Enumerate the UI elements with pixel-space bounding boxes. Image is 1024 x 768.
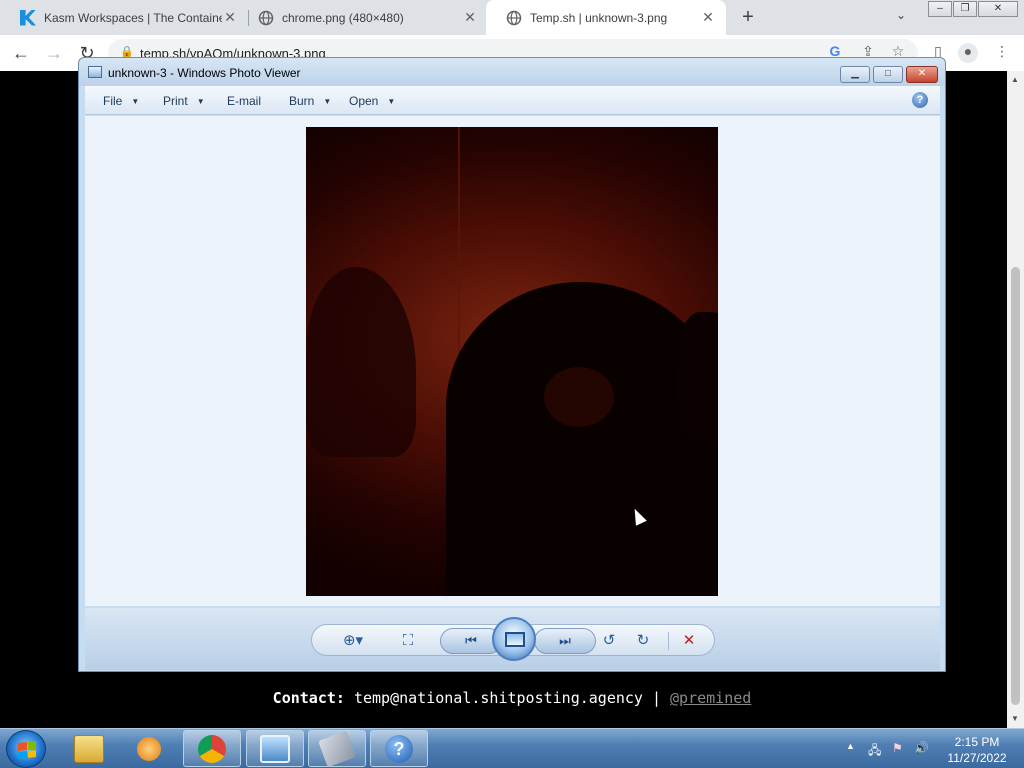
globe-icon [258,10,274,25]
tab-chrome-png[interactable]: chrome.png (480×480) ✕ [238,0,488,35]
tab-temp-sh[interactable]: Temp.sh | unknown-3.png ✕ [486,0,726,35]
slideshow-icon [505,632,525,647]
settings-tool-icon [318,730,356,767]
taskbar-media-player[interactable] [120,730,178,767]
close-window-button[interactable]: ✕ [978,1,1018,17]
viewer-control-bar: ⊕▾ ⛶ ⏮ ⏭ ↺ ↻ ✕ [85,608,940,670]
photo-viewer-window: unknown-3 - Windows Photo Viewer ▁ □ ✕ F… [78,57,946,672]
actual-size-icon[interactable]: ⛶ [396,631,420,651]
menu-file[interactable]: File ▼ [103,94,139,108]
viewer-title: unknown-3 - Windows Photo Viewer [108,66,301,80]
viewer-maximize-button[interactable]: □ [873,66,903,83]
menu-label: File [103,94,123,108]
image-canvas [85,116,940,606]
viewer-titlebar[interactable]: unknown-3 - Windows Photo Viewer ▁ □ ✕ [79,58,945,86]
contact-line: Contact: temp@national.shitposting.agenc… [0,689,1024,707]
network-icon[interactable]: 🖧 [868,741,881,762]
menu-label: Print [163,94,188,108]
browser-tab-strip: Kasm Workspaces | The Containe ✕ chrome.… [0,0,1024,35]
show-hidden-icons-icon[interactable]: ▲ [846,741,855,751]
dropdown-arrow-icon: ▼ [323,97,332,107]
help-icon[interactable]: ? [912,92,928,108]
restore-window-button[interactable]: ❐ [953,1,977,17]
clock-date: 11/27/2022 [947,751,1007,765]
dropdown-arrow-icon: ▼ [387,97,396,107]
viewer-close-button[interactable]: ✕ [906,66,938,83]
start-button[interactable] [6,730,46,768]
contact-handle-link[interactable]: @premined [670,689,751,707]
taskbar-settings-tool[interactable] [308,730,366,767]
close-tab-icon[interactable]: ✕ [222,9,238,26]
rotate-counterclockwise-icon[interactable]: ↺ [598,631,620,651]
rotate-clockwise-icon[interactable]: ↻ [632,631,654,651]
menu-print[interactable]: Print ▼ [163,94,205,108]
menu-label: E-mail [227,94,262,108]
action-center-icon[interactable]: ⚑ [892,741,903,755]
new-tab-button[interactable]: + [736,6,760,30]
photo-viewer-icon [260,734,290,763]
zoom-icon[interactable]: ⊕▾ [338,631,368,651]
forward-arrow-icon[interactable]: → [42,41,66,65]
profile-avatar-icon[interactable]: ● [958,43,978,63]
tab-label: chrome.png (480×480) [282,10,404,25]
taskbar-chrome[interactable] [183,730,241,767]
contact-email: temp@national.shitposting.agency [353,689,643,707]
contact-separator: | [651,689,661,707]
file-explorer-icon [74,734,104,763]
menu-open[interactable]: Open ▼ [349,94,395,108]
back-arrow-icon[interactable]: ← [9,41,33,65]
help-icon: ? [385,734,413,763]
taskbar-help-and-support[interactable]: ? [370,730,428,767]
tab-kasm-workspaces[interactable]: Kasm Workspaces | The Containe ✕ [0,0,248,35]
viewer-menubar: File ▼ Print ▼ E-mail Burn ▼ Open ▼ ? [85,86,940,115]
taskbar-clock[interactable]: 2:15 PM 11/27/2022 [936,734,1018,766]
control-divider [668,632,669,650]
photo-shape [446,282,718,596]
taskbar-file-explorer[interactable] [60,730,118,767]
more-menu-icon[interactable]: ⋮ [992,43,1012,63]
slideshow-button[interactable] [492,617,536,661]
chrome-icon [198,734,226,763]
volume-icon[interactable]: 🔊 [914,741,929,755]
delete-icon[interactable]: ✕ [678,631,700,651]
photo-shape [306,267,416,457]
globe-icon [506,10,522,25]
displayed-photo [306,127,718,596]
photo-shape [544,367,614,427]
media-player-icon [137,736,161,761]
taskbar-photo-viewer[interactable] [246,730,304,767]
next-button[interactable]: ⏭ [534,628,596,654]
chevron-down-icon[interactable]: ⌄ [896,8,906,22]
minimize-window-button[interactable]: – [928,1,952,17]
windows-logo-icon [18,741,36,759]
menu-burn[interactable]: Burn ▼ [289,94,331,108]
photo-viewer-app-icon [88,66,102,78]
menu-email[interactable]: E-mail [227,94,261,108]
close-tab-icon[interactable]: ✕ [462,9,478,26]
page-scrollbar[interactable]: ▲ ▼ [1007,71,1024,728]
scrollbar-thumb[interactable] [1011,267,1020,705]
close-tab-icon[interactable]: ✕ [700,9,716,26]
viewer-minimize-button[interactable]: ▁ [840,66,870,83]
tab-label: Temp.sh | unknown-3.png [530,10,668,25]
clock-time: 2:15 PM [954,735,1000,749]
scroll-down-icon[interactable]: ▼ [1011,714,1019,723]
playback-controls: ⊕▾ ⛶ ⏮ ⏭ ↺ ↻ ✕ [311,617,715,661]
photo-shape [676,312,718,442]
scroll-up-icon[interactable]: ▲ [1011,75,1019,84]
windows-taskbar: ? ▲ 🖧 ⚑ 🔊 2:15 PM 11/27/2022 [0,728,1024,768]
dropdown-arrow-icon: ▼ [131,97,140,107]
menu-label: Open [349,94,379,108]
dropdown-arrow-icon: ▼ [196,97,205,107]
contact-label: Contact: [272,689,345,707]
menu-label: Burn [289,94,315,108]
kasm-icon [20,9,36,26]
tab-label: Kasm Workspaces | The Containe [44,10,222,25]
